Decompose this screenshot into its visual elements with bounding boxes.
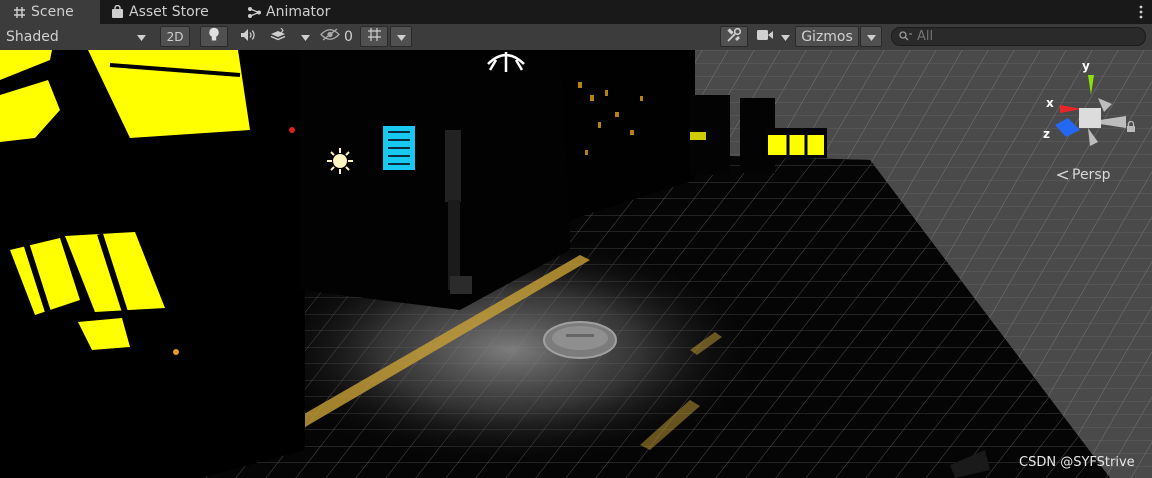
eye-hidden-icon	[320, 28, 340, 45]
grid-snap-button[interactable]	[360, 26, 388, 47]
watermark: CSDN @SYFStrive	[1019, 455, 1135, 470]
tab-label: Scene	[31, 4, 74, 20]
scene-visibility-toggle[interactable]: 0	[318, 26, 356, 47]
gizmo-center-cube[interactable]	[1079, 108, 1101, 128]
speaker-icon	[240, 28, 256, 46]
street-lamp	[445, 130, 461, 202]
light-bulb-icon	[208, 27, 220, 46]
scene-search[interactable]	[891, 27, 1146, 46]
shading-mode-dropdown[interactable]: Shaded	[0, 26, 152, 47]
search-input[interactable]	[917, 29, 1117, 44]
tab-animator[interactable]: Animator	[245, 0, 355, 24]
tab-bar: Scene Asset Store Animator	[0, 0, 1152, 24]
scene-render: y x z	[0, 50, 1152, 478]
building-window	[768, 135, 824, 155]
lock-icon[interactable]	[1126, 117, 1136, 136]
layers-icon	[270, 27, 287, 46]
grid-icon	[10, 3, 28, 21]
projection-toggle[interactable]: Persp	[1057, 167, 1111, 183]
axis-y-label: y	[1082, 59, 1090, 73]
axis-z-label: z	[1043, 127, 1050, 141]
shading-mode-label: Shaded	[6, 28, 59, 45]
video-camera-icon	[756, 29, 774, 45]
camera-settings-dropdown[interactable]	[752, 26, 794, 47]
tab-label: Asset Store	[129, 4, 209, 20]
wrench-icon	[726, 27, 742, 47]
chevron-down-icon	[301, 29, 310, 45]
gizmos-button[interactable]: Gizmos	[795, 26, 859, 47]
chevron-down-icon	[866, 29, 876, 45]
chevron-left-icon	[1057, 170, 1069, 180]
more-options-icon[interactable]	[1138, 3, 1144, 21]
gizmos-options-dropdown[interactable]	[860, 26, 882, 47]
projection-label: Persp	[1072, 167, 1111, 183]
tab-scene[interactable]: Scene	[0, 0, 100, 24]
tab-asset-store[interactable]: Asset Store	[108, 0, 228, 24]
search-icon	[899, 31, 912, 42]
animator-icon	[245, 3, 263, 21]
tab-label: Animator	[266, 4, 331, 20]
chevron-down-icon	[396, 29, 406, 45]
audio-toggle-button[interactable]	[234, 26, 262, 47]
tools-button[interactable]	[720, 26, 748, 47]
shopping-bag-icon	[108, 3, 126, 21]
hidden-count: 0	[344, 28, 353, 45]
toggle-2d-button[interactable]: 2D	[160, 26, 190, 47]
effects-dropdown[interactable]	[266, 26, 314, 47]
grid-snap-icon	[367, 27, 382, 46]
chevron-down-icon	[137, 29, 146, 45]
lighting-toggle-button[interactable]	[200, 26, 228, 47]
axis-x-label: x	[1046, 96, 1054, 110]
chevron-down-icon	[781, 29, 790, 45]
grid-options-dropdown[interactable]	[390, 26, 412, 47]
scene-toolbar: Shaded 2D 0 Gizmos All	[0, 24, 1152, 51]
scene-viewport[interactable]: y x z Persp CSDN @SYFStrive	[0, 50, 1152, 478]
